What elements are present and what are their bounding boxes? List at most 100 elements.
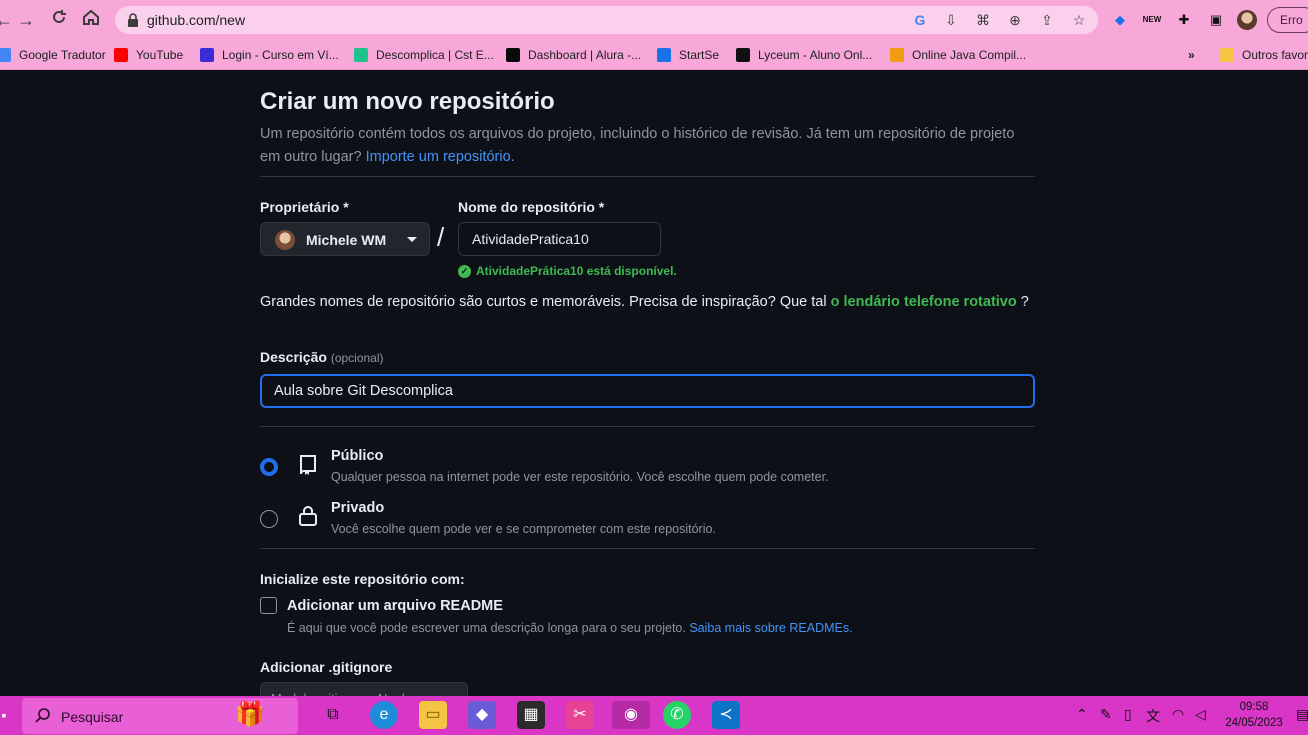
page-subtitle: Um repositório contém todos os arquivos … <box>260 123 1035 169</box>
chevron-up-icon[interactable]: ⌃ <box>1076 706 1088 723</box>
bookmark-favicon-icon <box>506 48 520 62</box>
bookmark-label: Google Tradutor <box>19 48 106 62</box>
chrome-icon[interactable]: ◉ <box>612 701 650 729</box>
bookmark-item[interactable]: Login - Curso em Ví... <box>200 46 339 64</box>
bookmark-item[interactable]: Google Tradutor <box>0 46 106 64</box>
folder-icon <box>1220 48 1234 62</box>
lock-icon <box>299 506 317 526</box>
clock-date: 24/05/2023 <box>1225 717 1283 729</box>
init-label: Inicialize este repositório com: <box>260 571 465 587</box>
bookmark-favicon-icon <box>200 48 214 62</box>
pen-icon[interactable]: ✎ <box>1100 706 1112 723</box>
gitignore-label: Adicionar .gitignore <box>260 659 393 675</box>
url-text: github.com/new <box>147 12 246 28</box>
check-circle-icon: ✓ <box>458 264 471 278</box>
repo-name-input[interactable] <box>458 222 661 256</box>
extension-icon[interactable]: ◆ <box>1110 10 1130 30</box>
edge-icon[interactable]: e <box>370 701 398 729</box>
bookmark-favicon-icon <box>657 48 671 62</box>
other-bookmarks[interactable]: Outros favor <box>1220 46 1308 64</box>
gitignore-dropdown[interactable]: Modelo .gitignore: Nenhum <box>260 682 468 696</box>
hint-text: Grandes nomes de repositório são curtos … <box>260 294 827 310</box>
bookmark-label: Dashboard | Alura -... <box>528 48 642 62</box>
description-input[interactable] <box>260 374 1035 408</box>
divider <box>260 176 1035 177</box>
bookmark-item[interactable]: YouTube <box>114 46 183 64</box>
new-extension-icon[interactable]: NEW <box>1142 10 1162 30</box>
owner-name: Michele WM <box>306 232 387 248</box>
task-view-icon[interactable]: ⧉ <box>319 701 347 729</box>
bookmark-item[interactable]: Lyceum - Aluno Onl... <box>736 46 872 64</box>
app-icon[interactable]: ◆ <box>468 701 496 729</box>
readme-label[interactable]: Adicionar um arquivo README <box>287 598 503 614</box>
puzzle-icon[interactable]: ✚ <box>1174 10 1194 30</box>
language-icon[interactable]: 文 <box>1146 706 1160 726</box>
name-suggestion-link[interactable]: o lendário telefone rotativo <box>831 294 1017 310</box>
device-icon[interactable]: ▯ <box>1124 706 1132 723</box>
bookmark-item[interactable]: Descomplica | Cst E... <box>354 46 494 64</box>
github-new-repo-page: Criar um novo repositório Um repositório… <box>0 70 1308 696</box>
translate-icon[interactable]: ⌘ <box>974 11 992 29</box>
bookmark-favicon-icon <box>890 48 904 62</box>
home-button[interactable] <box>79 8 103 32</box>
bookmark-item[interactable]: Dashboard | Alura -... <box>506 46 641 64</box>
readme-learn-more-link[interactable]: Saiba mais sobre READMEs. <box>689 621 852 635</box>
bookmarks-bar: Google Tradutor YouTube Login - Curso em V… <box>0 40 1308 70</box>
forward-arrow-icon[interactable]: → <box>14 8 38 32</box>
bookmark-favicon-icon <box>0 48 11 62</box>
wifi-icon[interactable]: ◠ <box>1172 706 1184 723</box>
owner-avatar <box>275 230 295 250</box>
availability-message: ✓ AtividadePrática10 está disponível. <box>458 264 677 278</box>
public-radio[interactable] <box>260 458 278 476</box>
bookmark-favicon-icon <box>114 48 128 62</box>
reload-icon <box>53 10 66 23</box>
search-icon <box>35 708 50 723</box>
star-icon[interactable]: ☆ <box>1070 11 1088 29</box>
repo-icon <box>300 455 316 475</box>
readme-desc-text: É aqui que você pode escrever uma descri… <box>287 621 686 635</box>
other-bookmarks-label: Outros favor <box>1242 48 1308 62</box>
owner-dropdown[interactable]: Michele WM <box>260 222 430 256</box>
bookmark-item[interactable]: Online Java Compil... <box>890 46 1026 64</box>
bookmark-label: Online Java Compil... <box>912 48 1027 62</box>
public-title: Público <box>331 448 384 464</box>
more-bookmarks-icon[interactable]: » <box>1188 46 1195 64</box>
owner-label: Proprietário * <box>260 199 349 215</box>
private-radio[interactable] <box>260 510 278 528</box>
owner-repo-separator: / <box>437 222 445 252</box>
error-button[interactable]: Erro <box>1267 7 1308 33</box>
page-title: Criar um novo repositório <box>260 88 555 115</box>
google-icon[interactable]: G <box>911 11 929 29</box>
address-bar[interactable]: github.com/new G ⇩ ⌘ ⊕ ⇪ ☆ <box>115 6 1098 34</box>
calculator-icon[interactable]: ▦ <box>517 701 545 729</box>
install-icon[interactable]: ⇩ <box>942 11 960 29</box>
readme-desc: É aqui que você pode escrever uma descri… <box>287 621 853 635</box>
hint-end: ? <box>1020 294 1029 310</box>
bookmark-label: YouTube <box>136 48 184 62</box>
notification-icon[interactable]: ▤ <box>1296 706 1308 723</box>
bookmark-item[interactable]: StartSe <box>657 46 719 64</box>
volume-icon[interactable]: ◁ <box>1195 706 1206 723</box>
zoom-icon[interactable]: ⊕ <box>1006 11 1024 29</box>
bookmark-label: Login - Curso em Ví... <box>222 48 339 62</box>
start-button[interactable]: ▪ <box>0 701 18 729</box>
snipping-tool-icon[interactable]: ✂ <box>566 701 594 729</box>
profile-avatar[interactable] <box>1237 10 1257 30</box>
whatsapp-icon[interactable]: ✆ <box>663 701 691 729</box>
public-desc: Qualquer pessoa na internet pode ver est… <box>331 470 829 484</box>
taskbar-search[interactable]: Pesquisar 🎁 <box>22 698 298 734</box>
file-explorer-icon[interactable]: ▭ <box>419 701 447 729</box>
bookmark-label: StartSe <box>679 48 720 62</box>
vscode-icon[interactable]: ≺ <box>712 701 740 729</box>
readme-checkbox[interactable] <box>260 597 277 614</box>
share-icon[interactable]: ⇪ <box>1038 11 1056 29</box>
bookmark-favicon-icon <box>354 48 368 62</box>
reload-button[interactable] <box>47 8 71 32</box>
gift-icon: 🎁 <box>235 701 265 728</box>
lock-icon <box>128 13 138 27</box>
chevron-down-icon <box>407 237 417 242</box>
import-repo-link[interactable]: Importe um repositório. <box>366 149 515 165</box>
browser-toolbar: ← → github.com/new G ⇩ ⌘ ⊕ ⇪ ☆ ◆ NEW ✚ ▣… <box>0 0 1308 40</box>
sidepanel-icon[interactable]: ▣ <box>1206 10 1226 30</box>
clock[interactable]: 09:58 24/05/2023 <box>1224 699 1284 731</box>
